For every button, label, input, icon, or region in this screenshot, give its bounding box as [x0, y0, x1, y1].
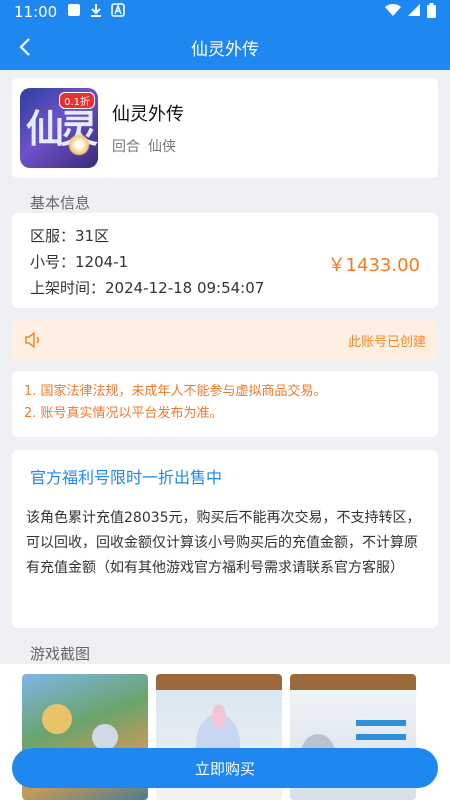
download-icon	[89, 3, 103, 21]
notice-text: 此账号已创建	[347, 334, 426, 350]
listed-time-row: 上架时间：2024-12-18 09:54:07	[30, 275, 420, 301]
account-label: 小号：	[30, 253, 76, 271]
back-button[interactable]	[10, 32, 40, 62]
game-tags: 回合 仙侠	[112, 136, 184, 156]
speaker-icon	[25, 331, 40, 349]
lotus-icon	[68, 134, 90, 156]
game-tag: 仙侠	[148, 139, 176, 155]
battery-icon	[427, 2, 436, 22]
account-value: 1204-1	[75, 253, 129, 271]
warning-line: 2. 账号真实情况以平台发布为准。	[24, 406, 223, 421]
server-label: 区服：	[30, 227, 76, 245]
app-a-icon	[111, 3, 125, 21]
nav-bar: 仙灵外传	[0, 24, 450, 70]
warning-line: 1. 国家法律法规，未成年人不能参与虚拟商品交易。	[24, 384, 327, 399]
basic-info-heading: 基本信息	[30, 194, 91, 212]
wifi-icon	[385, 3, 401, 21]
game-card[interactable]: 仙灵 0.1折 仙灵外传 回合 仙侠	[12, 78, 438, 178]
game-name: 仙灵外传	[112, 104, 184, 125]
price: ￥1433.00	[327, 255, 420, 276]
game-icon: 仙灵 0.1折	[20, 88, 98, 168]
server-row: 区服：31区	[30, 223, 420, 249]
status-time: 11:00	[14, 3, 58, 21]
notification-square-icon	[67, 3, 81, 21]
chevron-left-icon	[19, 38, 30, 56]
page-title: 仙灵外传	[191, 39, 259, 60]
basic-info-card: 区服：31区 小号：1204-1 上架时间：2024-12-18 09:54:0…	[12, 213, 438, 308]
notice-bar: 此账号已创建	[12, 320, 438, 360]
status-notification-icons	[67, 3, 125, 21]
game-tag: 回合	[112, 139, 140, 155]
discount-badge: 0.1折	[59, 92, 95, 109]
promo-body: 该角色累计充值28035元，购买后不能再次交易，不支持转区，可以回收，回收金额仅…	[26, 510, 421, 576]
promo-card: 官方福利号限时一折出售中 该角色累计充值28035元，购买后不能再次交易，不支持…	[12, 450, 438, 628]
listed-time-label: 上架时间：	[30, 279, 106, 297]
warning-card: 1. 国家法律法规，未成年人不能参与虚拟商品交易。 2. 账号真实情况以平台发布…	[12, 371, 438, 437]
server-value: 31区	[75, 227, 110, 245]
game-info: 仙灵外传 回合 仙侠	[112, 100, 184, 156]
buy-now-button[interactable]: 立即购买	[12, 748, 438, 788]
promo-title: 官方福利号限时一折出售中	[30, 468, 223, 487]
status-bar: 11:00	[0, 0, 450, 24]
screenshots-heading: 游戏截图	[30, 645, 91, 663]
signal-icon	[407, 3, 421, 21]
listed-time-value: 2024-12-18 09:54:07	[105, 279, 265, 297]
